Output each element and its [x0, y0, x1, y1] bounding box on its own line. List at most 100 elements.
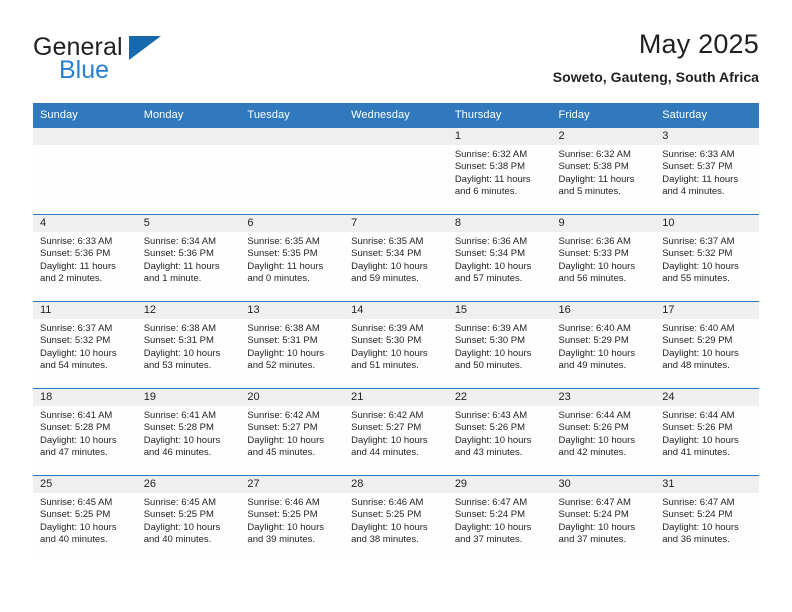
day-cell-content: 18 Sunrise: 6:41 AM Sunset: 5:28 PM Dayligh… [33, 389, 137, 475]
calendar-day-cell[interactable]: 10 Sunrise: 6:37 AM Sunset: 5:32 PM Dayligh… [655, 214, 759, 302]
daylight-text-line1: Daylight: 10 hours [351, 434, 428, 446]
daylight-text-line2: and 46 minutes. [143, 446, 212, 458]
day-cell-content: 28 Sunrise: 6:46 AM Sunset: 5:25 PM Dayligh… [344, 476, 448, 562]
calendar-day-cell[interactable]: 7 Sunrise: 6:35 AM Sunset: 5:34 PM Daylight… [344, 214, 448, 302]
calendar-day-cell[interactable]: 9 Sunrise: 6:36 AM Sunset: 5:33 PM Daylight… [551, 214, 656, 302]
calendar-day-cell[interactable]: 24 Sunrise: 6:44 AM Sunset: 5:26 PM Dayligh… [655, 388, 759, 476]
daylight-text-line2: and 39 minutes. [247, 533, 316, 545]
day-sun-info: Sunrise: 6:33 AM Sunset: 5:36 PM Daylight:… [33, 232, 137, 285]
calendar-day-cell[interactable]: 26 Sunrise: 6:45 AM Sunset: 5:25 PM Dayligh… [136, 475, 241, 562]
day-number: 13 [240, 302, 345, 319]
day-cell-content: 12 Sunrise: 6:38 AM Sunset: 5:31 PM Dayligh… [136, 302, 241, 388]
day-cell-content: 19 Sunrise: 6:41 AM Sunset: 5:28 PM Dayligh… [136, 389, 241, 475]
brand-logo[interactable]: General Blue [33, 33, 233, 84]
sunset-text: Sunset: 5:34 PM [351, 248, 422, 260]
day-number: 20 [240, 389, 345, 406]
calendar-week-row: 1 Sunrise: 6:32 AM Sunset: 5:38 PM Daylight… [33, 128, 759, 215]
day-number: 1 [447, 128, 552, 145]
day-number: 17 [655, 302, 759, 319]
day-cell-content [240, 128, 345, 214]
calendar-day-cell[interactable]: 30 Sunrise: 6:47 AM Sunset: 5:24 PM Dayligh… [551, 475, 656, 562]
calendar-day-cell[interactable]: 27 Sunrise: 6:46 AM Sunset: 5:25 PM Dayligh… [240, 475, 345, 562]
daylight-text-line1: Daylight: 10 hours [454, 260, 532, 272]
day-cell-content: 31 Sunrise: 6:47 AM Sunset: 5:24 PM Dayligh… [655, 476, 759, 562]
calendar-day-cell[interactable]: 19 Sunrise: 6:41 AM Sunset: 5:28 PM Dayligh… [136, 388, 241, 476]
day-sun-info: Sunrise: 6:38 AM Sunset: 5:31 PM Daylight:… [137, 319, 241, 372]
calendar-day-cell[interactable]: 17 Sunrise: 6:40 AM Sunset: 5:29 PM Dayligh… [655, 301, 759, 389]
sunset-text: Sunset: 5:24 PM [454, 509, 526, 521]
day-sun-info: Sunrise: 6:42 AM Sunset: 5:27 PM Daylight:… [344, 406, 448, 459]
calendar-day-cell[interactable]: 28 Sunrise: 6:46 AM Sunset: 5:25 PM Dayligh… [344, 475, 448, 562]
calendar-day-cell[interactable]: 23 Sunrise: 6:44 AM Sunset: 5:26 PM Dayligh… [551, 388, 656, 476]
day-cell-content: 29 Sunrise: 6:47 AM Sunset: 5:24 PM Dayligh… [447, 476, 552, 562]
daylight-text-line2: and 40 minutes. [143, 533, 212, 545]
daylight-text-line1: Daylight: 10 hours [143, 521, 221, 533]
daylight-text-line2: and 5 minutes. [558, 185, 621, 197]
calendar-day-cell[interactable]: 8 Sunrise: 6:36 AM Sunset: 5:34 PM Daylight… [447, 214, 552, 302]
calendar-day-cell[interactable]: 12 Sunrise: 6:38 AM Sunset: 5:31 PM Dayligh… [136, 301, 241, 389]
sunrise-text: Sunrise: 6:36 AM [558, 236, 631, 247]
daylight-text-line2: and 45 minutes. [247, 446, 316, 458]
calendar-day-cell[interactable]: 18 Sunrise: 6:41 AM Sunset: 5:28 PM Dayligh… [33, 388, 137, 476]
sunset-text: Sunset: 5:36 PM [40, 248, 111, 260]
weekday-header-thursday: Thursday [447, 103, 552, 128]
day-number: 31 [655, 476, 759, 493]
calendar-day-cell[interactable]: 25 Sunrise: 6:45 AM Sunset: 5:25 PM Dayligh… [33, 475, 137, 562]
page-title: May 2025 [638, 29, 759, 59]
sunset-text: Sunset: 5:33 PM [558, 248, 629, 260]
calendar-day-cell[interactable]: 14 Sunrise: 6:39 AM Sunset: 5:30 PM Dayligh… [344, 301, 448, 389]
calendar-day-cell[interactable]: 4 Sunrise: 6:33 AM Sunset: 5:36 PM Daylight… [33, 214, 137, 302]
calendar-day-cell[interactable]: 31 Sunrise: 6:47 AM Sunset: 5:24 PM Dayligh… [655, 475, 759, 562]
day-sun-info: Sunrise: 6:45 AM Sunset: 5:25 PM Daylight:… [33, 493, 137, 546]
weekday-header-friday: Friday [551, 103, 656, 128]
daylight-text-line1: Daylight: 10 hours [558, 260, 636, 272]
day-number: 6 [240, 215, 345, 232]
calendar-day-cell[interactable]: 21 Sunrise: 6:42 AM Sunset: 5:27 PM Dayligh… [344, 388, 448, 476]
calendar-day-cell[interactable]: 3 Sunrise: 6:33 AM Sunset: 5:37 PM Daylight… [655, 128, 759, 215]
calendar-day-cell[interactable]: 2 Sunrise: 6:32 AM Sunset: 5:38 PM Daylight… [551, 128, 656, 215]
sunrise-text: Sunrise: 6:37 AM [40, 323, 113, 334]
daylight-text-line2: and 56 minutes. [558, 272, 627, 284]
day-sun-info: Sunrise: 6:32 AM Sunset: 5:38 PM Daylight:… [448, 145, 552, 198]
day-cell-content: 26 Sunrise: 6:45 AM Sunset: 5:25 PM Dayligh… [136, 476, 241, 562]
calendar-day-cell-empty [33, 128, 137, 215]
location-subtitle: Soweto, Gauteng, South Africa [552, 69, 759, 85]
sunrise-text: Sunrise: 6:46 AM [247, 497, 320, 508]
daylight-text-line2: and 47 minutes. [40, 446, 108, 458]
calendar-day-cell[interactable]: 11 Sunrise: 6:37 AM Sunset: 5:32 PM Dayligh… [33, 301, 137, 389]
calendar-day-cell[interactable]: 6 Sunrise: 6:35 AM Sunset: 5:35 PM Daylight… [240, 214, 345, 302]
day-sun-info: Sunrise: 6:32 AM Sunset: 5:38 PM Daylight:… [552, 145, 656, 198]
day-number: 26 [136, 476, 241, 493]
day-number: 23 [551, 389, 656, 406]
brand-name-blue: Blue [59, 56, 110, 84]
sunset-text: Sunset: 5:29 PM [662, 335, 733, 347]
day-cell-content: 10 Sunrise: 6:37 AM Sunset: 5:32 PM Dayligh… [655, 215, 759, 301]
calendar-day-cell[interactable]: 16 Sunrise: 6:40 AM Sunset: 5:29 PM Dayligh… [551, 301, 656, 389]
calendar-day-cell[interactable]: 20 Sunrise: 6:42 AM Sunset: 5:27 PM Dayligh… [240, 388, 345, 476]
daylight-text-line2: and 49 minutes. [558, 359, 627, 371]
calendar-page: General Blue May 2025 Soweto, Gauteng, S… [0, 0, 792, 612]
sunrise-text: Sunrise: 6:37 AM [662, 236, 735, 247]
day-number: 9 [551, 215, 656, 232]
sunrise-text: Sunrise: 6:45 AM [143, 497, 217, 508]
calendar-day-cell[interactable]: 15 Sunrise: 6:39 AM Sunset: 5:30 PM Dayligh… [447, 301, 552, 389]
day-number: 24 [655, 389, 759, 406]
calendar-day-cell[interactable]: 29 Sunrise: 6:47 AM Sunset: 5:24 PM Dayligh… [447, 475, 552, 562]
day-number: 29 [447, 476, 552, 493]
calendar-day-cell[interactable]: 13 Sunrise: 6:38 AM Sunset: 5:31 PM Dayligh… [240, 301, 345, 389]
day-cell-content: 11 Sunrise: 6:37 AM Sunset: 5:32 PM Dayligh… [33, 302, 137, 388]
daylight-text-line2: and 38 minutes. [351, 533, 419, 545]
daylight-text-line2: and 48 minutes. [662, 359, 730, 371]
calendar-day-cell[interactable]: 22 Sunrise: 6:43 AM Sunset: 5:26 PM Dayligh… [447, 388, 552, 476]
sunset-text: Sunset: 5:26 PM [558, 422, 629, 434]
sunrise-text: Sunrise: 6:34 AM [143, 236, 217, 247]
calendar-day-cell[interactable]: 1 Sunrise: 6:32 AM Sunset: 5:38 PM Daylight… [447, 128, 552, 215]
daylight-text-line2: and 44 minutes. [351, 446, 419, 458]
sunset-text: Sunset: 5:34 PM [454, 248, 526, 260]
daylight-text-line2: and 51 minutes. [351, 359, 419, 371]
day-sun-info: Sunrise: 6:34 AM Sunset: 5:36 PM Daylight:… [137, 232, 241, 285]
calendar-day-cell[interactable]: 5 Sunrise: 6:34 AM Sunset: 5:36 PM Daylight… [136, 214, 241, 302]
day-sun-info: Sunrise: 6:41 AM Sunset: 5:28 PM Daylight:… [137, 406, 241, 459]
sunset-text: Sunset: 5:28 PM [143, 422, 214, 434]
sunset-text: Sunset: 5:25 PM [247, 509, 318, 521]
